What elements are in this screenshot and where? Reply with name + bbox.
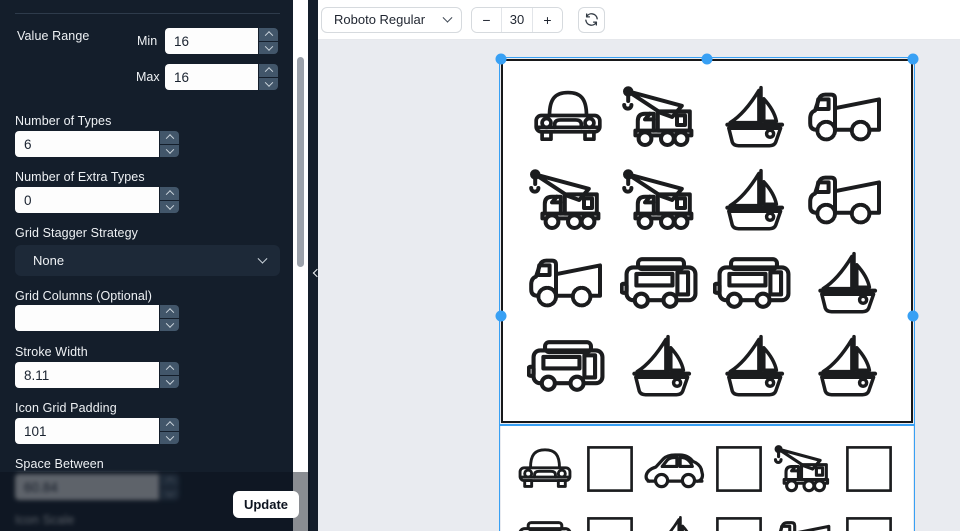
- main-panel: Roboto Regular − 30 +: [318, 0, 960, 531]
- min-label: Min: [137, 34, 158, 48]
- bus-icon: [713, 255, 795, 311]
- icon-grid-object-1[interactable]: [501, 59, 913, 423]
- refresh-arrows-icon: [585, 13, 598, 26]
- chevron-down-icon: [257, 253, 268, 264]
- icon-grid-1: [503, 61, 911, 421]
- settings-sidebar: Value Range Min Max Number of Types Numb…: [0, 0, 293, 531]
- selection-handle-middle-left[interactable]: [495, 310, 507, 322]
- max-decrement-button[interactable]: [259, 77, 278, 90]
- object-2-selection-edge: [499, 424, 915, 426]
- sidebar-scrollbar-track[interactable]: [293, 0, 308, 531]
- dump-truck-icon: [807, 88, 887, 146]
- sailboat-icon: [812, 328, 882, 404]
- chevron-down-icon: [442, 12, 453, 23]
- empty-square: [845, 516, 893, 531]
- number-of-extra-types-input[interactable]: [15, 187, 159, 213]
- max-field: [165, 64, 278, 90]
- update-button[interactable]: Update: [233, 491, 299, 518]
- app-window: Value Range Min Max Number of Types Numb…: [0, 0, 960, 531]
- divider: [15, 13, 280, 14]
- increase-font-size-button[interactable]: +: [532, 7, 562, 32]
- design-canvas[interactable]: [318, 40, 960, 531]
- stroke-width-input[interactable]: [15, 362, 159, 388]
- number-of-types-label: Number of Types: [15, 114, 112, 128]
- sailboat-icon: [719, 328, 789, 404]
- min-increment-button[interactable]: [259, 28, 278, 41]
- increment-button[interactable]: [160, 187, 179, 200]
- value-range-label: Value Range: [17, 29, 90, 43]
- crane-truck-icon: [773, 443, 835, 495]
- increment-button[interactable]: [160, 305, 179, 318]
- selection-handle-top-left[interactable]: [495, 53, 507, 65]
- number-of-extra-types-field: [15, 187, 179, 213]
- bus-icon: [515, 519, 575, 531]
- grid-stagger-strategy-label: Grid Stagger Strategy: [15, 226, 138, 240]
- empty-square: [715, 445, 763, 493]
- font-size-value: 30: [502, 7, 532, 32]
- dump-truck-icon: [807, 171, 887, 229]
- crane-truck-icon: [621, 167, 701, 233]
- refresh-button[interactable]: [578, 6, 605, 33]
- grid-stagger-strategy-select[interactable]: None: [15, 245, 280, 276]
- icon-grid-padding-input[interactable]: [15, 418, 159, 444]
- sailboat-icon: [719, 162, 789, 238]
- grid-columns-label: Grid Columns (Optional): [15, 289, 153, 303]
- icon-grid-padding-label: Icon Grid Padding: [15, 401, 117, 415]
- max-label: Max: [136, 70, 160, 84]
- decrement-button[interactable]: [160, 200, 179, 213]
- empty-square: [586, 516, 634, 531]
- max-input[interactable]: [165, 64, 258, 90]
- number-of-types-input[interactable]: [15, 131, 159, 157]
- increment-button[interactable]: [160, 362, 179, 375]
- crane-truck-icon: [528, 167, 608, 233]
- font-select-value: Roboto Regular: [334, 12, 426, 27]
- max-increment-button[interactable]: [259, 64, 278, 77]
- font-size-stepper: − 30 +: [471, 6, 563, 33]
- selection-handle-top-right[interactable]: [907, 53, 919, 65]
- selected-option: None: [33, 253, 65, 268]
- car-front-icon: [516, 443, 574, 495]
- dump-truck-icon: [773, 517, 835, 531]
- number-of-extra-types-label: Number of Extra Types: [15, 170, 145, 184]
- icon-grid-object-2[interactable]: [501, 426, 913, 531]
- decrement-button[interactable]: [160, 144, 179, 157]
- selection-handle-top-center[interactable]: [701, 53, 713, 65]
- grid-columns-input[interactable]: [15, 305, 159, 331]
- crane-truck-icon: [621, 84, 701, 150]
- decrement-button[interactable]: [160, 375, 179, 388]
- min-input[interactable]: [165, 28, 258, 54]
- icon-grid-2: [501, 426, 913, 531]
- decrease-font-size-button[interactable]: −: [472, 7, 502, 32]
- number-of-types-field: [15, 131, 179, 157]
- stroke-width-field: [15, 362, 179, 388]
- empty-square: [715, 516, 763, 531]
- selection-handle-middle-right[interactable]: [907, 310, 919, 322]
- min-decrement-button[interactable]: [259, 41, 278, 54]
- min-field: [165, 28, 278, 54]
- canvas-toolbar: Roboto Regular − 30 +: [318, 0, 960, 40]
- grid-columns-field: [15, 305, 179, 331]
- increment-button[interactable]: [160, 131, 179, 144]
- decrement-button[interactable]: [160, 431, 179, 444]
- space-between-label: Space Between: [15, 457, 104, 471]
- sailboat-icon: [648, 511, 702, 531]
- icon-grid-padding-field: [15, 418, 179, 444]
- sailboat-icon: [719, 79, 789, 155]
- dump-truck-icon: [528, 254, 608, 312]
- increment-button[interactable]: [160, 418, 179, 431]
- empty-square: [845, 445, 893, 493]
- sidebar-scrollbar-thumb[interactable]: [297, 57, 304, 267]
- sailboat-icon: [626, 328, 696, 404]
- stroke-width-label: Stroke Width: [15, 345, 88, 359]
- car-front-icon: [531, 85, 605, 149]
- empty-square: [586, 445, 634, 493]
- bus-icon: [527, 338, 609, 394]
- bus-icon: [620, 255, 702, 311]
- car-side-icon: [643, 448, 707, 490]
- font-select[interactable]: Roboto Regular: [321, 6, 462, 33]
- sailboat-icon: [812, 245, 882, 321]
- decrement-button[interactable]: [160, 318, 179, 331]
